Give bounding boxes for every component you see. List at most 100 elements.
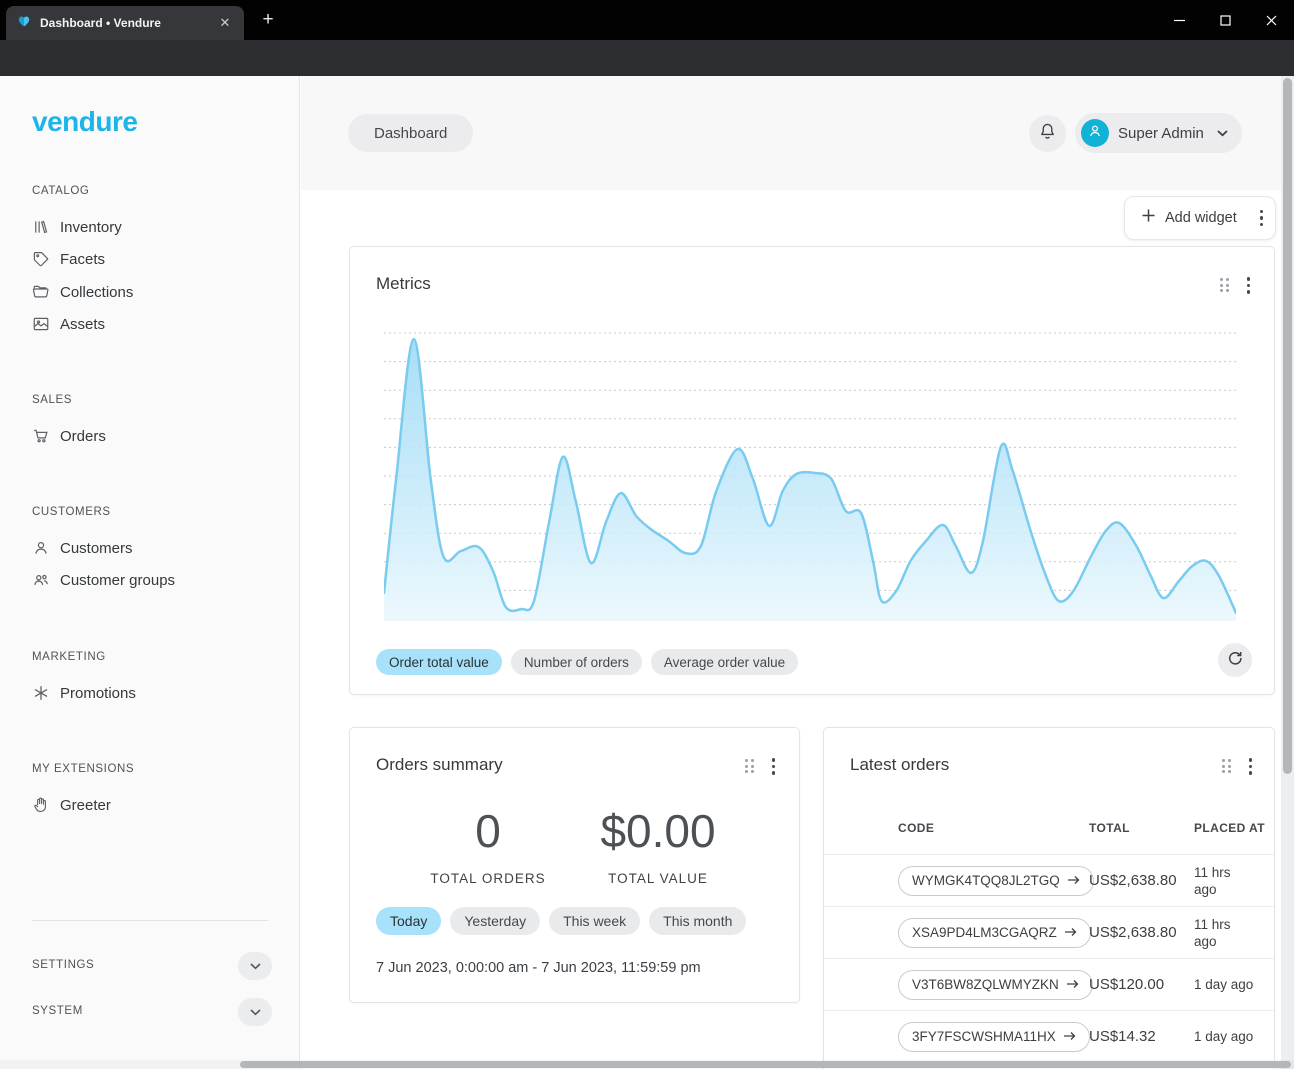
page: vendure CATALOG Inventory Facets Collect… bbox=[0, 76, 1294, 1069]
vendure-logo: vendure bbox=[32, 106, 137, 138]
order-total: US$120.00 bbox=[1089, 976, 1194, 993]
range-today[interactable]: Today bbox=[376, 907, 441, 935]
chevron-down-icon bbox=[250, 1003, 261, 1021]
maximize-button[interactable] bbox=[1202, 0, 1248, 40]
sidebar-item-assets[interactable]: Assets bbox=[32, 312, 105, 336]
sidebar-section-system: SYSTEM bbox=[32, 1005, 83, 1017]
order-placed: 1 day ago bbox=[1194, 976, 1256, 993]
metrics-series-tabs: Order total value Number of orders Avera… bbox=[376, 649, 798, 675]
order-placed: 11 hrs ago bbox=[1194, 864, 1256, 898]
browser-window: Dashboard • Vendure ✕ + localhost:3000/a… bbox=[0, 0, 1294, 1069]
sidebar-item-customers[interactable]: Customers bbox=[32, 536, 133, 560]
order-total: US$2,638.80 bbox=[1089, 872, 1194, 889]
notifications-button[interactable] bbox=[1029, 115, 1066, 152]
metrics-widget: Metrics Ord bbox=[349, 246, 1275, 695]
user-avatar bbox=[1081, 119, 1109, 147]
cart-icon bbox=[32, 427, 50, 445]
widget-kebab-icon[interactable] bbox=[1249, 758, 1253, 775]
browser-tab[interactable]: Dashboard • Vendure ✕ bbox=[6, 6, 244, 40]
add-widget-kebab-icon[interactable] bbox=[1260, 210, 1264, 227]
refresh-button[interactable] bbox=[1218, 643, 1252, 677]
tab-close-icon[interactable]: ✕ bbox=[216, 14, 234, 32]
add-widget-button[interactable]: Add widget bbox=[1124, 196, 1276, 240]
person-icon bbox=[1087, 123, 1103, 144]
main-content: Dashboard Super Admin Add widget Metrics bbox=[301, 76, 1281, 1069]
metrics-chart bbox=[384, 331, 1236, 621]
order-placed: 1 day ago bbox=[1194, 1028, 1256, 1045]
sidebar: vendure CATALOG Inventory Facets Collect… bbox=[0, 76, 300, 1069]
order-code-link[interactable]: V3T6BW8ZQLWMYZKN bbox=[898, 970, 1093, 1000]
widget-kebab-icon[interactable] bbox=[772, 758, 776, 775]
column-code: CODE bbox=[898, 821, 1089, 835]
plus-icon bbox=[1141, 208, 1156, 228]
arrow-right-icon bbox=[1066, 977, 1079, 992]
total-value-label: TOTAL VALUE bbox=[600, 871, 715, 886]
asterisk-icon bbox=[32, 684, 50, 702]
horizontal-scrollbar-thumb[interactable] bbox=[240, 1061, 1291, 1068]
tab-number-of-orders[interactable]: Number of orders bbox=[511, 649, 642, 675]
tab-order-total-value[interactable]: Order total value bbox=[376, 649, 502, 675]
users-icon bbox=[32, 571, 50, 589]
settings-expand-button[interactable] bbox=[238, 952, 272, 980]
sidebar-item-label: Collections bbox=[60, 284, 133, 301]
sidebar-item-promotions[interactable]: Promotions bbox=[32, 681, 136, 705]
vertical-scrollbar-thumb[interactable] bbox=[1283, 78, 1292, 774]
order-code-link[interactable]: WYMGK4TQQ8JL2TGQ bbox=[898, 866, 1094, 896]
vertical-scrollbar bbox=[1281, 76, 1294, 1069]
folder-icon bbox=[32, 283, 50, 301]
refresh-icon bbox=[1227, 650, 1243, 671]
drag-handle-icon[interactable] bbox=[1220, 278, 1229, 292]
total-value-value: $0.00 bbox=[600, 808, 715, 854]
tab-average-order-value[interactable]: Average order value bbox=[651, 649, 798, 675]
order-code-link[interactable]: 3FY7FSCWSHMA11HX bbox=[898, 1022, 1090, 1052]
close-button[interactable] bbox=[1248, 0, 1294, 40]
sidebar-section-settings: SETTINGS bbox=[32, 959, 94, 971]
tab-title: Dashboard • Vendure bbox=[40, 16, 208, 30]
sidebar-item-label: Facets bbox=[60, 251, 105, 268]
total-orders-label: TOTAL ORDERS bbox=[430, 871, 545, 886]
order-placed: 11 hrs ago bbox=[1194, 916, 1256, 950]
sidebar-item-label: Customer groups bbox=[60, 572, 175, 589]
widget-kebab-icon[interactable] bbox=[1247, 277, 1251, 294]
browser-toolbar: localhost:3000/admin/ bbox=[0, 40, 1294, 76]
range-yesterday[interactable]: Yesterday bbox=[450, 907, 540, 935]
column-placed-at: PLACED AT bbox=[1194, 821, 1274, 835]
minimize-button[interactable] bbox=[1156, 0, 1202, 40]
date-range-tabs: Today Yesterday This week This month bbox=[376, 907, 746, 935]
sidebar-item-label: Orders bbox=[60, 428, 106, 445]
table-row: 3FY7FSCWSHMA11HX US$14.32 1 day ago bbox=[824, 1010, 1274, 1062]
date-range-text: 7 Jun 2023, 0:00:00 am - 7 Jun 2023, 11:… bbox=[376, 960, 701, 976]
latest-orders-widget: Latest orders CODE TOTAL PLACED AT WYMGK… bbox=[823, 727, 1275, 1069]
sidebar-item-facets[interactable]: Facets bbox=[32, 247, 105, 271]
order-code-link[interactable]: XSA9PD4LM3CGAQRZ bbox=[898, 918, 1091, 948]
browser-titlebar: Dashboard • Vendure ✕ + bbox=[0, 0, 1294, 40]
table-header-row: CODE TOTAL PLACED AT bbox=[824, 802, 1274, 854]
breadcrumb[interactable]: Dashboard bbox=[348, 114, 473, 152]
column-total: TOTAL bbox=[1089, 821, 1194, 835]
order-total: US$14.32 bbox=[1089, 1028, 1194, 1045]
widget-title: Latest orders bbox=[850, 755, 949, 775]
drag-handle-icon[interactable] bbox=[1222, 759, 1231, 773]
user-menu[interactable]: Super Admin bbox=[1075, 113, 1242, 153]
arrow-right-icon bbox=[1063, 1029, 1076, 1044]
sidebar-item-label: Promotions bbox=[60, 685, 136, 702]
library-icon bbox=[32, 218, 50, 236]
new-tab-button[interactable]: + bbox=[254, 8, 282, 34]
sidebar-item-greeter[interactable]: Greeter bbox=[32, 793, 111, 817]
latest-orders-table: CODE TOTAL PLACED AT WYMGK4TQQ8JL2TGQ US… bbox=[824, 802, 1274, 1062]
arrow-right-icon bbox=[1067, 873, 1080, 888]
horizontal-scrollbar bbox=[0, 1060, 1294, 1069]
order-total: US$2,638.80 bbox=[1089, 924, 1194, 941]
total-orders-value: 0 bbox=[430, 808, 545, 854]
vendure-favicon-icon bbox=[16, 13, 32, 33]
sidebar-item-customer-groups[interactable]: Customer groups bbox=[32, 568, 175, 592]
sidebar-item-orders[interactable]: Orders bbox=[32, 424, 106, 448]
range-this-month[interactable]: This month bbox=[649, 907, 746, 935]
sidebar-item-label: Customers bbox=[60, 540, 133, 557]
system-expand-button[interactable] bbox=[238, 998, 272, 1026]
sidebar-item-collections[interactable]: Collections bbox=[32, 280, 133, 304]
range-this-week[interactable]: This week bbox=[549, 907, 640, 935]
drag-handle-icon[interactable] bbox=[745, 759, 754, 773]
sidebar-item-inventory[interactable]: Inventory bbox=[32, 215, 122, 239]
sidebar-section-my-extensions: MY EXTENSIONS bbox=[32, 763, 134, 775]
